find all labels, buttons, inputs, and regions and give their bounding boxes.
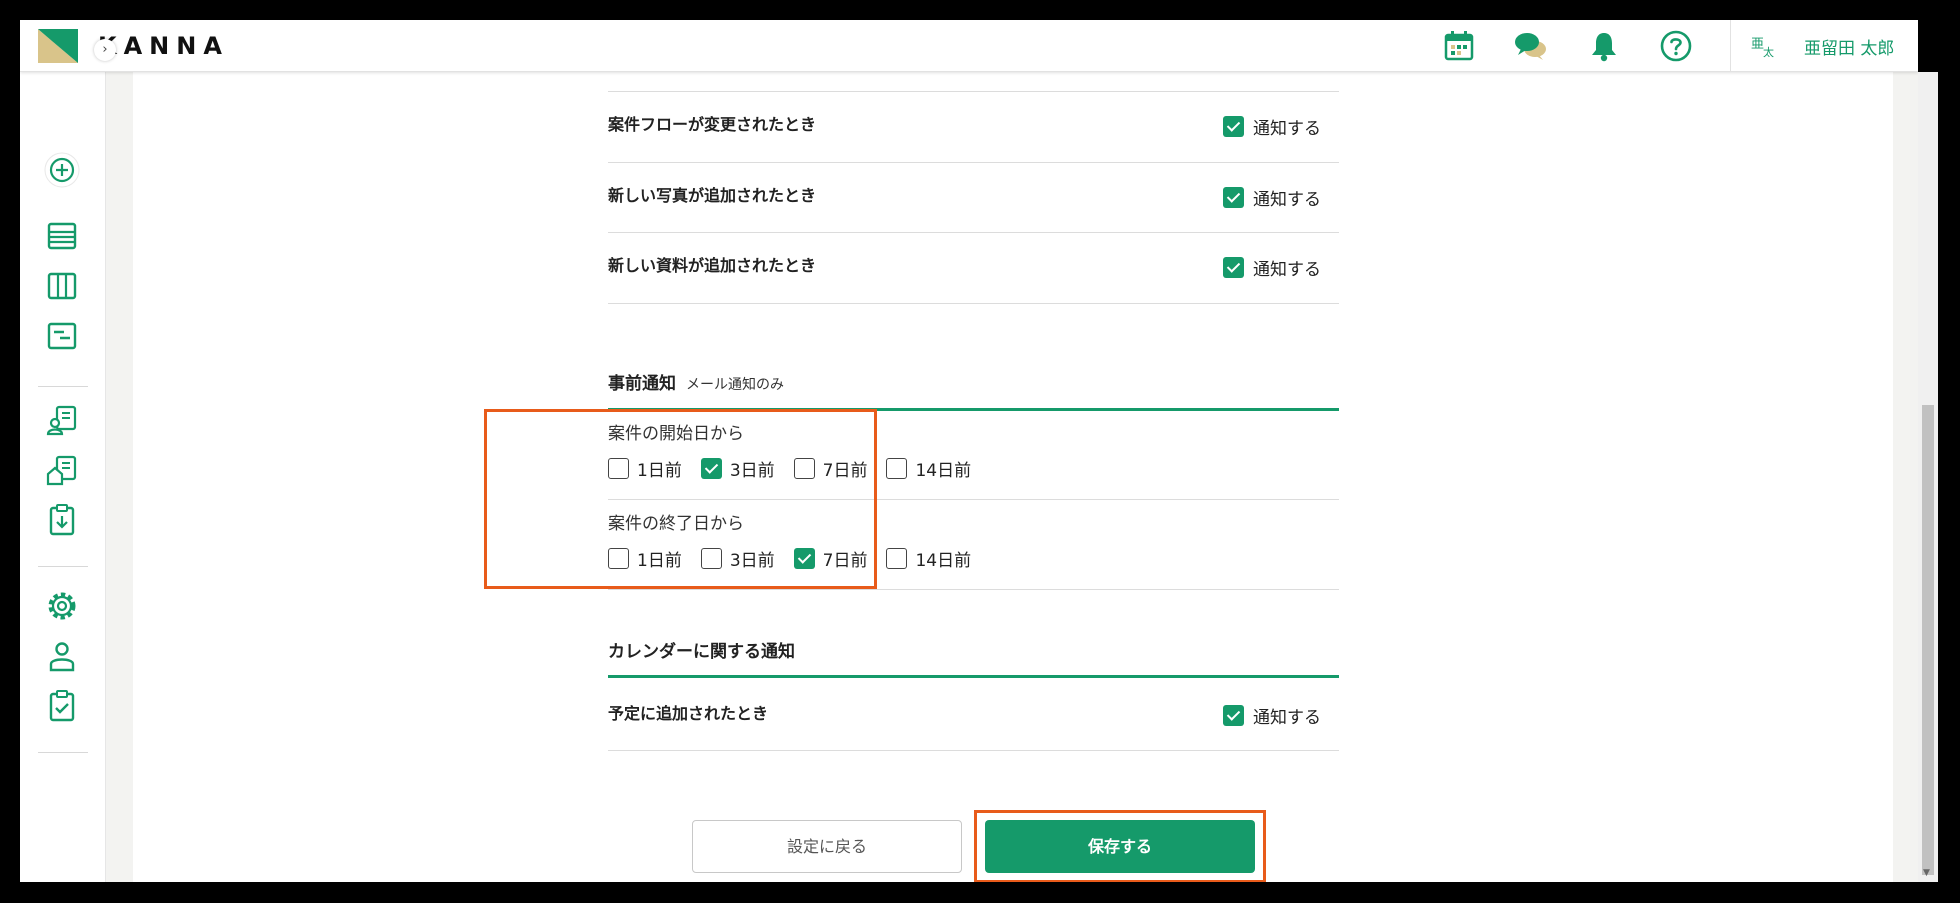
add-circle-icon[interactable] [44, 152, 80, 188]
notify-label: 通知する [1253, 708, 1321, 728]
sidebar-divider [38, 566, 88, 567]
settings-row-flow-changed: 案件フローが変更されたとき 通知する [608, 92, 1339, 163]
scroll-down-arrow-icon[interactable]: ▼ [1923, 868, 1930, 878]
logo-text: KANNA [98, 32, 229, 60]
checkbox-checked-icon[interactable] [1223, 705, 1244, 726]
advance-notification-title: 事前通知 メール通知のみ [608, 374, 784, 394]
board-columns-icon[interactable] [44, 268, 80, 304]
chat-icon[interactable] [1514, 29, 1548, 63]
settings-row-document-added: 新しい資料が追加されたとき 通知する [608, 233, 1339, 304]
customer-document-icon[interactable] [44, 402, 80, 438]
top-header: KANNA 亜 太 亜留田 太郎 [20, 20, 1918, 72]
notify-checkbox[interactable]: 通知する [1223, 703, 1321, 728]
gantt-icon[interactable] [44, 318, 80, 354]
calendar-notification-title: カレンダーに関する通知 [608, 642, 795, 662]
user-avatar[interactable]: 亜 太 [1748, 32, 1778, 62]
list-icon[interactable] [44, 218, 80, 254]
header-divider [1730, 20, 1731, 72]
row-label: 新しい写真が追加されたとき [608, 186, 817, 205]
notify-label: 通知する [1253, 260, 1321, 280]
sidebar-divider [38, 386, 88, 387]
row-label: 予定に追加されたとき [608, 704, 769, 723]
notification-settings-panel: 案件フローが変更されたとき 通知する 新しい写真が追加されたとき 通知する 新し… [133, 72, 1893, 882]
calendar-icon[interactable] [1442, 29, 1476, 63]
sidebar [20, 72, 106, 882]
user-icon[interactable] [44, 638, 80, 674]
kanna-logo-mark-icon [38, 29, 78, 63]
checkbox-checked-icon[interactable] [1223, 257, 1244, 278]
bell-icon[interactable] [1587, 29, 1621, 63]
clipboard-download-icon[interactable] [44, 502, 80, 538]
notify-checkbox[interactable]: 通知する [1223, 185, 1321, 210]
highlight-frame-save [974, 810, 1266, 882]
vertical-scrollbar[interactable]: ▼ [1918, 72, 1938, 882]
advance-notification-subtitle: メール通知のみ [686, 377, 784, 393]
notify-label: 通知する [1253, 119, 1321, 139]
kanna-logo[interactable]: KANNA [38, 29, 229, 63]
highlight-frame-advance [484, 409, 877, 589]
property-document-icon[interactable] [44, 452, 80, 488]
app-window: KANNA 亜 太 亜留田 太郎 › 案件フローが変更されたとき 通知する 新し… [20, 20, 1918, 882]
clipboard-check-icon[interactable] [44, 688, 80, 724]
settings-row-schedule-added: 予定に追加されたとき 通知する [608, 678, 1339, 751]
checkbox-checked-icon[interactable] [1223, 116, 1244, 137]
back-to-settings-button[interactable]: 設定に戻る [692, 820, 962, 873]
help-icon[interactable] [1659, 29, 1693, 63]
sidebar-divider [38, 752, 88, 753]
row-label: 新しい資料が追加されたとき [608, 256, 817, 275]
settings-row-partial [608, 72, 1339, 92]
scrollbar-thumb[interactable] [1922, 405, 1934, 875]
user-name[interactable]: 亜留田 太郎 [1804, 34, 1894, 59]
notify-checkbox[interactable]: 通知する [1223, 114, 1321, 139]
notify-checkbox[interactable]: 通知する [1223, 255, 1321, 280]
sidebar-collapse-button[interactable]: › [94, 39, 116, 61]
notify-label: 通知する [1253, 190, 1321, 210]
row-label: 案件フローが変更されたとき [608, 115, 817, 134]
gear-icon[interactable] [44, 588, 80, 624]
settings-row-photo-added: 新しい写真が追加されたとき 通知する [608, 163, 1339, 233]
checkbox-checked-icon[interactable] [1223, 187, 1244, 208]
